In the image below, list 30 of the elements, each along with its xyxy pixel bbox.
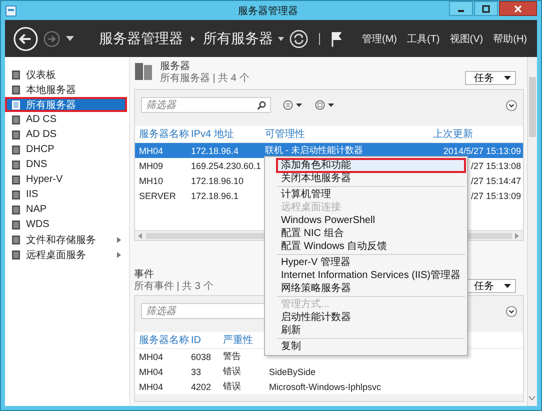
window-title: 服务器管理器	[237, 4, 299, 18]
section-title: 服务器	[160, 61, 191, 72]
table-cell-text: MH04	[139, 146, 164, 156]
table-cell-text: SERVER	[139, 190, 177, 200]
table-cell: Microsoft-Windows-Iphlpsvc	[269, 382, 382, 392]
table-cell-text: MH10	[139, 176, 164, 186]
table-cell-text: /27 15:13:09	[470, 190, 522, 200]
table-cell-text: 错误	[223, 380, 242, 393]
table-cell: SideBySide	[269, 366, 316, 376]
table-cell-text: 2014/5/27 15:13:09	[442, 146, 522, 156]
table-cell-text: 4202	[191, 382, 212, 392]
table-cell-text: 169.254.230.60.1	[191, 160, 262, 170]
table-cell-text: 警告	[223, 350, 242, 363]
table-cell-text: 33	[191, 366, 202, 376]
table-cell-text: MH04	[139, 352, 164, 362]
table-cell-text: MH04	[139, 366, 164, 376]
section-subtitle: 所有服务器 | 共 4 个	[160, 73, 250, 85]
table-cell-text: 172.18.96.4	[191, 146, 240, 156]
section-subtitle: 所有事件 | 共 3 个	[134, 281, 214, 293]
table-cell-text: 172.18.96.1	[191, 190, 240, 200]
table-cell: 联机 - 未启动性能计数器	[265, 145, 363, 155]
section-title: 事件	[134, 269, 155, 280]
table-cell-text: 错误	[223, 365, 242, 378]
table-cell-text: MH09	[139, 160, 164, 170]
table-cell-text: MH04	[139, 382, 164, 392]
table-cell-text: 172.18.96.10	[191, 176, 245, 186]
table-cell-text: /27 15:13:08	[470, 160, 522, 170]
breadcrumb-item: 所有服务器	[202, 30, 273, 48]
table-cell-text: 6038	[191, 352, 212, 362]
table-cell-text: /27 15:14:47	[470, 176, 522, 186]
